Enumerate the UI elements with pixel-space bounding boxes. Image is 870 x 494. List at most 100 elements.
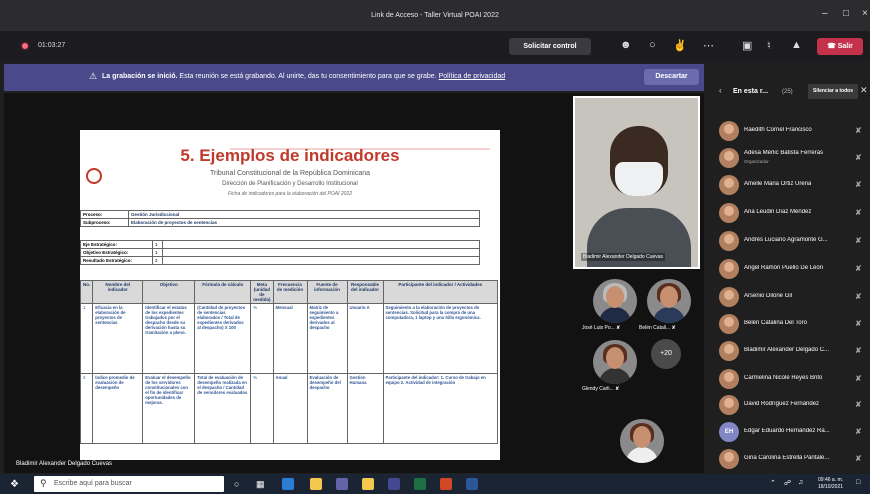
participant-row[interactable]: Belén Catalina Del Toro ✘: [719, 314, 867, 336]
table-cell: Total de evaluación de desempeño realiza…: [194, 373, 252, 444]
table-cell: Anual: [272, 373, 308, 444]
speaker-mask: [615, 162, 663, 196]
table-cell: Evaluar el desempeño de los servidores c…: [142, 373, 196, 444]
reactions-icon[interactable]: ✌: [673, 39, 687, 52]
close-panel-icon[interactable]: ✕: [860, 85, 868, 96]
process-label: Proceso:: [80, 210, 129, 219]
mic-muted-icon: ✘: [855, 400, 862, 409]
avatar-body: [599, 368, 631, 384]
strategy-table: Eje Estratégico: 1 Objetivo Estratégico:…: [80, 240, 480, 265]
avatar: [719, 175, 739, 195]
cortana-icon[interactable]: ○: [234, 479, 239, 489]
col-header: Frecuencia de medición: [272, 280, 308, 304]
participant-row[interactable]: Carmelina Nicole Reyes Brito ✘: [719, 369, 867, 391]
result-value: 2: [152, 256, 163, 265]
network-icon[interactable]: ☍: [784, 479, 791, 487]
mute-all-button[interactable]: Silenciar a todos: [808, 84, 858, 99]
dismiss-button[interactable]: Descartar: [644, 69, 699, 85]
clock-date: 18/10/2021: [818, 484, 844, 490]
table-cell: Identificar el estatus de los expediente…: [142, 303, 196, 374]
participant-row[interactable]: Gina Carolina Estrella Pantale... ✘: [719, 449, 867, 471]
mic-muted-icon: ✘: [855, 153, 862, 162]
minimize-button[interactable]: –: [822, 8, 828, 19]
participant-tile-avatar[interactable]: [593, 279, 637, 323]
speaker-video-tile[interactable]: Bladimir Alexander Delgado Cuevas: [573, 96, 700, 269]
participant-row[interactable]: Raedith Cornel Francisco ✘: [719, 121, 867, 143]
table-cell: Usuario A: [346, 303, 384, 374]
process-table: Proceso: Gestión Jurisdiccional Subproce…: [80, 210, 480, 227]
axis-value: 1: [152, 240, 163, 249]
participant-name: Belén Catalina Del Toro: [744, 320, 807, 326]
table-cell: Matriz de seguimiento a expedientes deri…: [306, 303, 348, 374]
tile-name: José Luis Po... ✘: [582, 325, 621, 331]
tray-chevron-icon[interactable]: ⌃: [770, 479, 776, 487]
mic-off-icon[interactable]: ♮: [767, 39, 771, 52]
participants-icon[interactable]: ☻: [620, 39, 632, 51]
teams-app-icon-2[interactable]: [388, 478, 400, 490]
table-cell: Evaluación de desempeño del despacho: [306, 373, 348, 444]
participant-row[interactable]: Bladimir Alexander Delgado C... ✘: [719, 341, 867, 363]
maximize-button[interactable]: □: [843, 8, 849, 19]
participant-name: Andrés Luciano Agramonte G...: [744, 237, 828, 243]
taskbar-clock[interactable]: 09:46 a. m. 18/10/2021: [818, 477, 843, 491]
process-value: Gestión Jurisdiccional: [128, 210, 480, 219]
more-options-icon[interactable]: ⋯: [703, 39, 714, 52]
avatar-head: [606, 347, 624, 369]
explorer-app-icon[interactable]: [310, 478, 322, 490]
avatar: [719, 203, 739, 223]
participant-row[interactable]: Ángel Ramón Puello De León ✘: [719, 259, 867, 281]
request-control-button[interactable]: Solicitar control: [509, 38, 591, 55]
col-header: Participante del indicador / Actividades: [382, 280, 498, 304]
close-window-button[interactable]: ×: [862, 8, 868, 19]
privacy-link[interactable]: Política de privacidad: [439, 73, 506, 80]
participant-row[interactable]: Adesa Merlic Batista Ferreras Organizado…: [719, 148, 867, 170]
word-app-icon[interactable]: [466, 478, 478, 490]
subprocess-value: Elaboración de proyectos de sentencias: [128, 218, 480, 227]
avatar-body: [599, 307, 631, 323]
avatar: [719, 148, 739, 168]
table-cell: Participante del indicador: 1. Curso de …: [382, 373, 498, 444]
participant-row[interactable]: Arsenio Diloné Gil ✘: [719, 287, 867, 309]
participant-row[interactable]: EH Edgar Eduardo Hernández Ra... ✘: [719, 422, 867, 444]
participant-tile-avatar[interactable]: [647, 279, 691, 323]
back-chevron-icon[interactable]: ‹: [719, 86, 722, 95]
task-view-icon[interactable]: ▦: [256, 479, 265, 490]
mic-muted-icon: ✘: [855, 126, 862, 135]
participant-tile-avatar[interactable]: [620, 419, 664, 463]
recording-banner: ⚠ La grabación se inició. Esta reunión s…: [4, 64, 704, 91]
participant-tile-avatar[interactable]: [593, 340, 637, 384]
participant-name: Adesa Merlic Batista Ferreras: [744, 150, 824, 156]
table-cell: Índice promedio de evaluación de desempe…: [92, 373, 144, 444]
leave-button[interactable]: ☎ Salir: [817, 38, 863, 55]
participant-row[interactable]: Amelle Maria Ortiz Ureña ✘: [719, 175, 867, 197]
participant-row[interactable]: Andrés Luciano Agramonte G... ✘: [719, 231, 867, 253]
mic-muted-icon: ✘: [855, 208, 862, 217]
table-cell: Mensual: [272, 303, 308, 374]
participant-row[interactable]: Ana Leudin Díaz Méndez ✘: [719, 203, 867, 225]
more-participants-button[interactable]: +20: [651, 339, 681, 369]
volume-icon[interactable]: ♫: [798, 479, 803, 486]
sharer-name: Bladimir Alexander Delgado Cuevas: [16, 461, 113, 467]
window-title: Link de Acceso - Taller Virtual POAI 202…: [371, 12, 499, 19]
camera-off-icon[interactable]: ▣: [742, 39, 752, 52]
speaker-name: Bladimir Alexander Delgado Cuevas: [581, 253, 666, 261]
participant-name: Raedith Cornel Francisco: [744, 127, 812, 133]
teams-app-icon[interactable]: [336, 478, 348, 490]
participant-row[interactable]: David Rodríguez Fernández ✘: [719, 395, 867, 417]
powerpoint-app-icon[interactable]: [440, 478, 452, 490]
avatar: [719, 287, 739, 307]
excel-app-icon[interactable]: [414, 478, 426, 490]
sticky-app-icon[interactable]: [362, 478, 374, 490]
taskbar-search-input[interactable]: ⚲ Escribe aquí para buscar: [34, 476, 224, 492]
mic-muted-icon: ✘: [855, 319, 862, 328]
leave-label: Salir: [837, 43, 853, 50]
col-header: Objetivo: [142, 280, 196, 304]
table-cell: (Cantidad de proyectos de sentencias ela…: [194, 303, 252, 374]
title-bar: Link de Acceso - Taller Virtual POAI 202…: [0, 0, 870, 31]
mic-muted-icon: ✘: [855, 292, 862, 301]
share-icon[interactable]: ▲: [791, 39, 802, 51]
windows-start-icon[interactable]: ❖: [10, 479, 19, 490]
chat-icon[interactable]: ○: [649, 39, 656, 51]
notifications-icon[interactable]: □: [856, 479, 860, 486]
edge-app-icon[interactable]: [282, 478, 294, 490]
